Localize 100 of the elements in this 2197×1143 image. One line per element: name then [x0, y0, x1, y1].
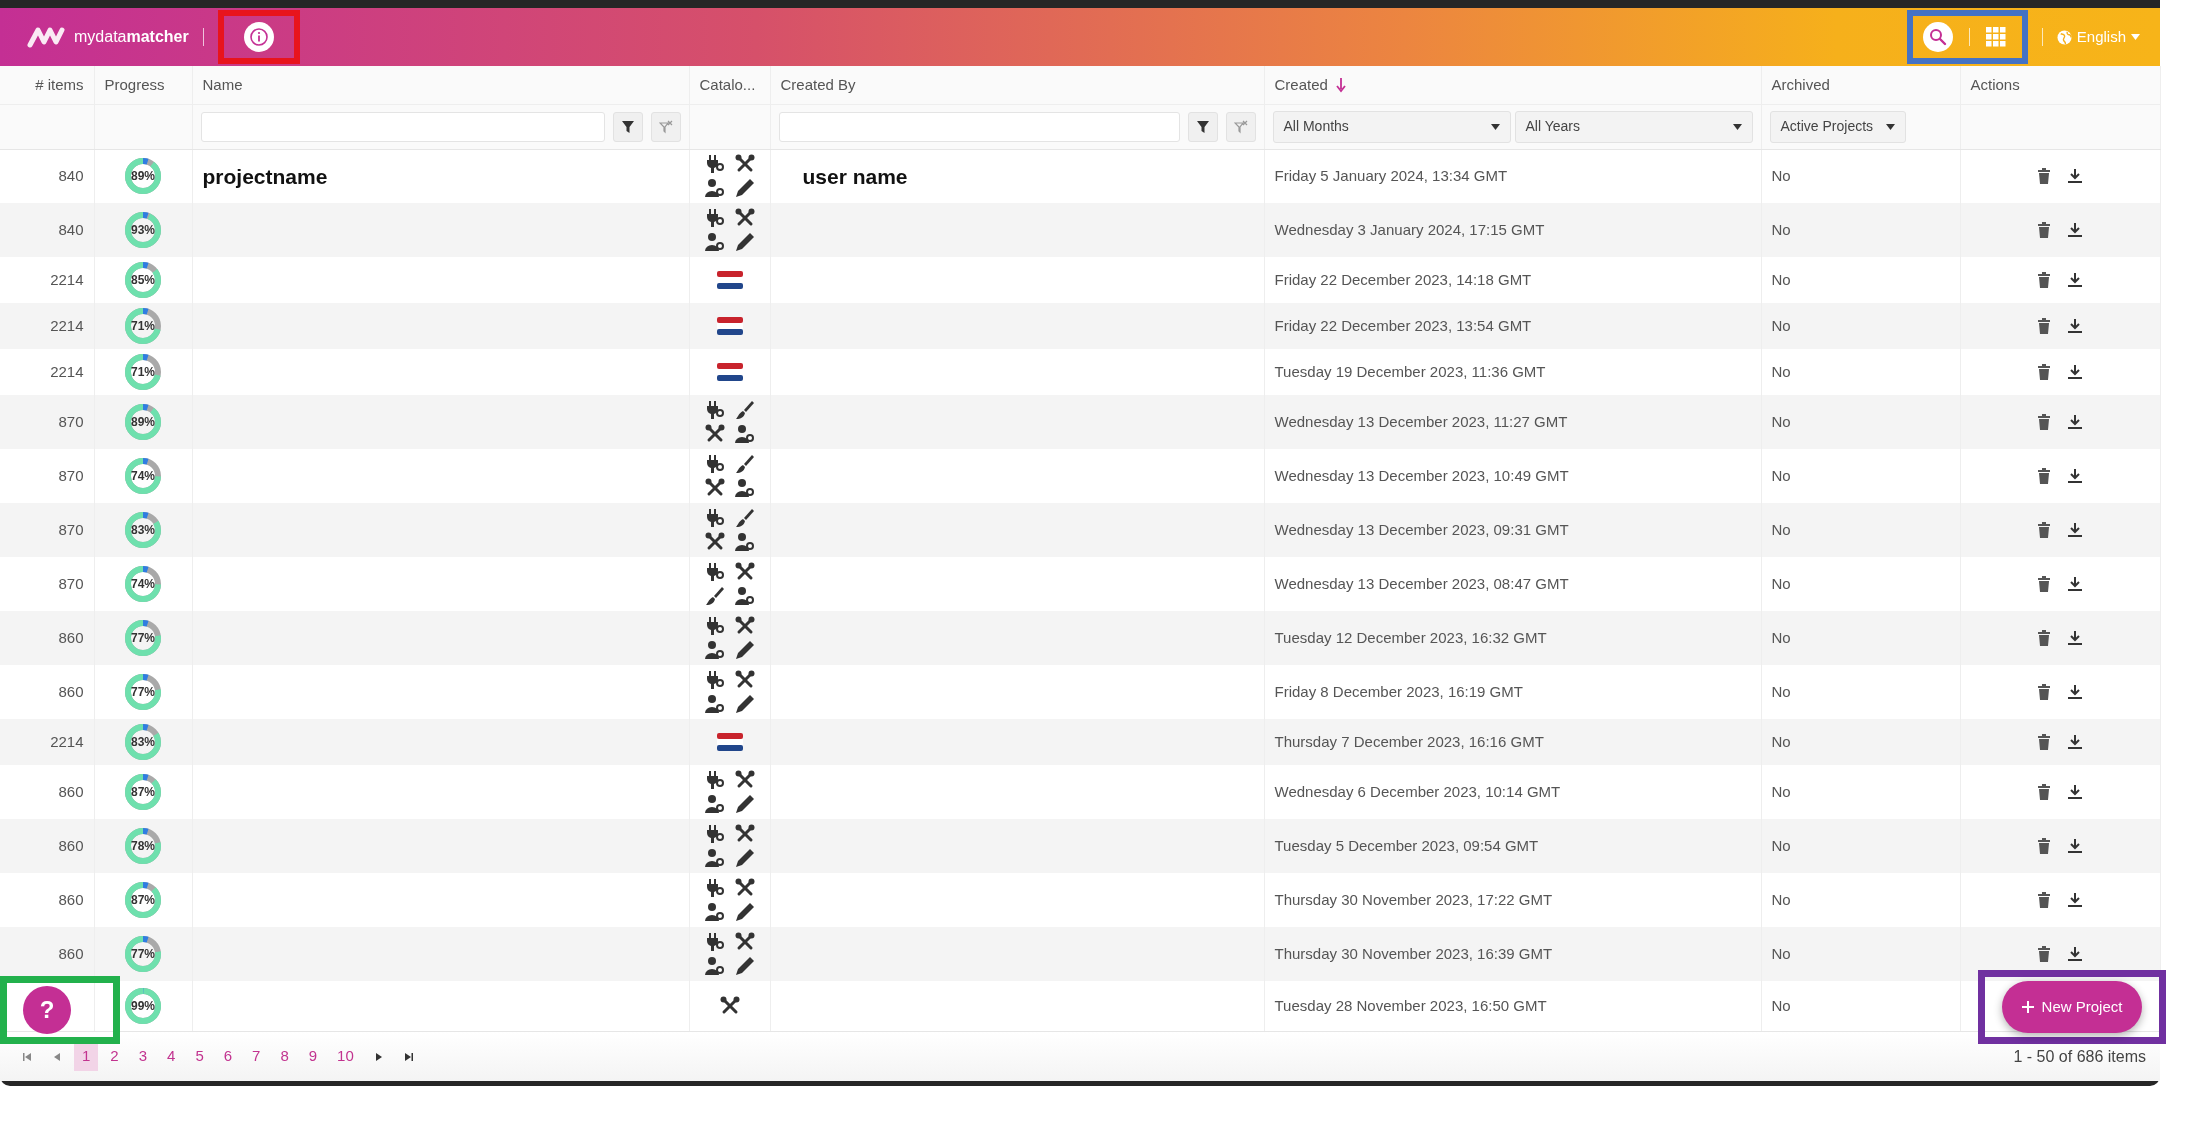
- plug-icon: [704, 454, 725, 474]
- dropdown[interactable]: Active Projects: [1769, 110, 1906, 143]
- pencil-icon: [734, 232, 755, 252]
- plug-icon: [704, 208, 725, 228]
- plug-icon: [704, 400, 725, 420]
- new-project-button[interactable]: New Project: [2001, 981, 2143, 1033]
- download-button[interactable]: [2067, 414, 2083, 430]
- item-count: 2214: [50, 270, 84, 288]
- delete-button[interactable]: [2037, 272, 2051, 288]
- delete-button[interactable]: [2037, 364, 2051, 380]
- progress-label: 71%: [131, 366, 155, 378]
- page-link[interactable]: 6: [215, 1042, 241, 1071]
- user-icon: [704, 640, 725, 660]
- tools-icon: [704, 532, 725, 552]
- page-link[interactable]: 9: [300, 1042, 326, 1071]
- brush-icon: [704, 586, 725, 606]
- clear-filter-icon: [1233, 119, 1248, 134]
- download-button[interactable]: [2067, 838, 2083, 854]
- column-header[interactable]: Created: [1274, 73, 1328, 96]
- trash-icon: [2037, 468, 2051, 484]
- item-count: 860: [58, 682, 84, 700]
- item-count: 870: [58, 520, 84, 538]
- download-button[interactable]: [2067, 784, 2083, 800]
- pencil-icon: [734, 640, 755, 660]
- help-button[interactable]: ?: [23, 986, 71, 1034]
- download-button[interactable]: [2067, 364, 2083, 380]
- progress-ring: [123, 564, 163, 604]
- delete-button[interactable]: [2037, 522, 2051, 538]
- filter-button[interactable]: [1187, 111, 1218, 142]
- created-date: Friday 22 December 2023, 13:54 GMT: [1274, 316, 1532, 334]
- download-button[interactable]: [2067, 318, 2083, 334]
- download-button[interactable]: [2067, 168, 2083, 185]
- page-link[interactable]: 5: [187, 1042, 212, 1071]
- delete-button[interactable]: [2037, 318, 2051, 334]
- delete-button[interactable]: [2037, 838, 2051, 854]
- column-header[interactable]: Actions: [1970, 73, 2020, 96]
- download-button[interactable]: [2067, 684, 2083, 700]
- page-link[interactable]: 8: [272, 1042, 297, 1071]
- trash-icon: [2037, 168, 2051, 185]
- delete-button[interactable]: [2037, 784, 2051, 800]
- filter-button[interactable]: [612, 111, 643, 142]
- download-button[interactable]: [2067, 946, 2083, 962]
- search-button[interactable]: [1922, 22, 1953, 52]
- page-link[interactable]: 4: [159, 1042, 184, 1071]
- trash-icon: [2037, 364, 2051, 380]
- page-link[interactable]: 7: [244, 1042, 269, 1071]
- delete-button[interactable]: [2037, 468, 2051, 484]
- page-link[interactable]: 2: [102, 1042, 127, 1071]
- column-header[interactable]: Archived: [1771, 73, 1830, 96]
- delete-button[interactable]: [2037, 576, 2051, 592]
- delete-button[interactable]: [2037, 222, 2051, 238]
- download-button[interactable]: [2067, 630, 2083, 646]
- created-date: Tuesday 28 November 2023, 16:50 GMT: [1274, 996, 1547, 1014]
- download-button[interactable]: [2067, 892, 2083, 908]
- download-icon: [2067, 364, 2083, 380]
- plug-icon: [704, 824, 725, 844]
- download-button[interactable]: [2067, 522, 2083, 538]
- dropdown[interactable]: All Years: [1514, 110, 1753, 143]
- trash-icon: [2037, 946, 2051, 962]
- grid-icon: [1985, 27, 2006, 47]
- download-button[interactable]: [2067, 576, 2083, 592]
- dropdown[interactable]: All Months: [1272, 110, 1511, 143]
- download-button[interactable]: [2067, 468, 2083, 484]
- download-button[interactable]: [2067, 734, 2083, 750]
- delete-button[interactable]: [2037, 946, 2051, 962]
- item-count: 840: [58, 167, 84, 184]
- download-button[interactable]: [2067, 222, 2083, 238]
- created-date: Thursday 30 November 2023, 17:22 GMT: [1274, 890, 1553, 908]
- clear-filter-icon: [658, 119, 673, 134]
- plug-icon: [704, 670, 725, 690]
- info-button[interactable]: [243, 22, 274, 52]
- page-link[interactable]: 3: [130, 1042, 156, 1071]
- delete-button[interactable]: [2037, 892, 2051, 908]
- download-icon: [2067, 946, 2083, 962]
- delete-button[interactable]: [2037, 414, 2051, 430]
- delete-button[interactable]: [2037, 168, 2051, 185]
- created-date: Friday 5 January 2024, 13:34 GMT: [1274, 167, 1508, 184]
- delete-button[interactable]: [2037, 630, 2051, 646]
- trash-icon: [2037, 734, 2051, 750]
- progress-ring: [123, 260, 163, 300]
- delete-button[interactable]: [2037, 734, 2051, 750]
- pencil-icon: [734, 902, 755, 922]
- plug-icon: [704, 878, 725, 898]
- download-icon: [2067, 684, 2083, 700]
- page-link[interactable]: 1: [74, 1042, 99, 1071]
- filter-field[interactable]: [778, 111, 1180, 142]
- item-count: 840: [58, 220, 84, 238]
- tools-icon: [734, 932, 755, 952]
- archived-status: No: [1771, 628, 1791, 646]
- page-link[interactable]: 10: [329, 1042, 362, 1071]
- delete-button[interactable]: [2037, 684, 2051, 700]
- created-date: Wednesday 13 December 2023, 10:49 GMT: [1274, 466, 1569, 484]
- caret-icon: [2131, 34, 2140, 40]
- tools-icon: [734, 824, 755, 844]
- download-button[interactable]: [2067, 272, 2083, 288]
- brush-icon: [734, 400, 755, 420]
- archived-status: No: [1771, 782, 1791, 800]
- filter-field[interactable]: [200, 111, 605, 142]
- column-header[interactable]: Created By: [780, 73, 856, 96]
- column-header[interactable]: Name: [202, 73, 243, 96]
